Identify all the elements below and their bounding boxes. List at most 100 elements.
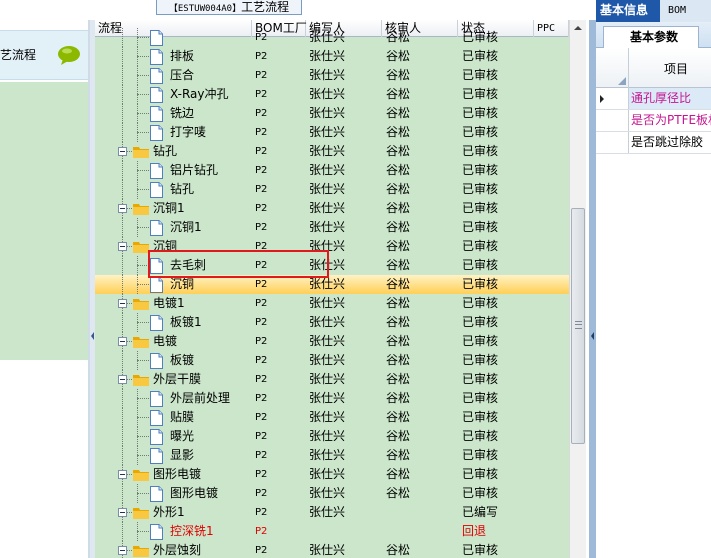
- tab-basic-info[interactable]: 基本信息: [596, 0, 660, 22]
- collapse-right-icon[interactable]: [591, 332, 594, 340]
- document-icon: [150, 391, 163, 407]
- node-label: 电镀1: [153, 296, 185, 310]
- table-row[interactable]: 铝片钻孔 P2 张仕兴 谷松 已审核: [95, 161, 569, 180]
- node-label: X-Ray冲孔: [170, 87, 229, 101]
- tab-bom[interactable]: BOM: [664, 0, 690, 22]
- status-cell: 已审核: [462, 410, 499, 424]
- bom-cell: P2: [255, 260, 268, 271]
- table-row[interactable]: 钻孔 P2 张仕兴 谷松 已审核: [95, 142, 569, 161]
- reviewer-cell: 谷松: [386, 201, 411, 215]
- node-label: 外层蚀刻: [153, 543, 202, 557]
- writer-cell: 张仕兴: [309, 144, 346, 158]
- folder-icon: [133, 147, 149, 158]
- table-row[interactable]: X-Ray冲孔 P2 张仕兴 谷松 已审核: [95, 85, 569, 104]
- bom-cell: P2: [255, 412, 268, 423]
- collapse-toggle-icon[interactable]: [118, 375, 127, 384]
- node-label: 曝光: [170, 429, 195, 443]
- table-row[interactable]: 电镀1 P2 张仕兴 谷松 已审核: [95, 294, 569, 313]
- table-row[interactable]: 外层前处理 P2 张仕兴 谷松 已审核: [95, 389, 569, 408]
- bom-cell: P2: [255, 203, 268, 214]
- table-row[interactable]: 显影 P2 张仕兴 谷松 已审核: [95, 446, 569, 465]
- tree-line: [122, 28, 123, 47]
- param-row[interactable]: 是否为PTFE板材: [596, 110, 711, 132]
- table-row[interactable]: 曝光 P2 张仕兴 谷松 已审核: [95, 427, 569, 446]
- nav-item-process[interactable]: 艺流程: [0, 30, 88, 80]
- table-row[interactable]: 排板 P2 张仕兴 谷松 已审核: [95, 47, 569, 66]
- collapse-toggle-icon[interactable]: [118, 204, 127, 213]
- tree-line: [137, 132, 149, 133]
- reviewer-cell: 谷松: [386, 277, 411, 291]
- param-label: 是否跳过除胶: [631, 135, 704, 149]
- collapse-toggle-icon[interactable]: [118, 470, 127, 479]
- collapse-left-icon[interactable]: [91, 332, 94, 340]
- collapse-toggle-icon[interactable]: [118, 299, 127, 308]
- subtab-basic-params[interactable]: 基本参数: [603, 26, 699, 48]
- column-header-item[interactable]: 项目: [664, 60, 688, 77]
- window-title-code: 【ESTUW004A0】: [168, 4, 242, 14]
- table-row[interactable]: P2 张仕兴 谷松 已审核: [95, 28, 569, 47]
- node-label: 板镀1: [170, 315, 202, 329]
- document-icon: [150, 125, 163, 141]
- status-cell: 已审核: [462, 334, 499, 348]
- table-row[interactable]: 板镀1 P2 张仕兴 谷松 已审核: [95, 313, 569, 332]
- status-cell: 已编写: [462, 505, 499, 519]
- table-row[interactable]: 外层干膜 P2 张仕兴 谷松 已审核: [95, 370, 569, 389]
- folder-icon: [133, 470, 149, 481]
- scroll-up-arrow-icon[interactable]: [570, 20, 586, 37]
- document-icon: [150, 68, 163, 84]
- tree-line: [122, 85, 123, 104]
- table-row[interactable]: 外层蚀刻 P2 张仕兴 谷松 已审核: [95, 541, 569, 558]
- bom-cell: P2: [255, 393, 268, 404]
- writer-cell: 张仕兴: [309, 239, 346, 253]
- table-row[interactable]: 沉铜 P2 张仕兴 谷松 已审核: [95, 275, 569, 294]
- status-cell: 已审核: [462, 296, 499, 310]
- writer-cell: [309, 522, 381, 541]
- table-row[interactable]: 沉铜 P2 张仕兴 谷松 已审核: [95, 237, 569, 256]
- collapse-toggle-icon[interactable]: [118, 242, 127, 251]
- document-icon: [150, 182, 163, 198]
- scrollbar-thumb[interactable]: [571, 208, 585, 444]
- writer-cell: 张仕兴: [309, 467, 346, 481]
- right-splitter[interactable]: [589, 20, 596, 558]
- table-row[interactable]: 电镀 P2 张仕兴 谷松 已审核: [95, 332, 569, 351]
- writer-cell: 张仕兴: [309, 125, 346, 139]
- table-row[interactable]: 图形电镀 P2 张仕兴 谷松 已审核: [95, 465, 569, 484]
- tree-line: [122, 66, 123, 85]
- status-cell: 已审核: [462, 391, 499, 405]
- table-row[interactable]: 沉铜1 P2 张仕兴 谷松 已审核: [95, 199, 569, 218]
- tree-line: [122, 275, 123, 294]
- table-row[interactable]: 打字唛 P2 张仕兴 谷松 已审核: [95, 123, 569, 142]
- table-row[interactable]: 贴膜 P2 张仕兴 谷松 已审核: [95, 408, 569, 427]
- table-row[interactable]: 图形电镀 P2 张仕兴 谷松 已审核: [95, 484, 569, 503]
- reviewer-cell: 谷松: [386, 296, 411, 310]
- writer-cell: 张仕兴: [309, 68, 346, 82]
- table-row[interactable]: 控深铣1 P2 回退: [95, 522, 569, 541]
- table-row[interactable]: 压合 P2 张仕兴 谷松 已审核: [95, 66, 569, 85]
- bom-cell: P2: [255, 450, 268, 461]
- table-row[interactable]: 钻孔 P2 张仕兴 谷松 已审核: [95, 180, 569, 199]
- collapse-toggle-icon[interactable]: [118, 546, 127, 555]
- table-row[interactable]: 去毛刺 P2 张仕兴 谷松 已审核: [95, 256, 569, 275]
- document-icon: [150, 429, 163, 445]
- param-row[interactable]: 通孔厚径比: [596, 88, 711, 110]
- writer-cell: 张仕兴: [309, 391, 346, 405]
- table-row[interactable]: 板镀 P2 张仕兴 谷松 已审核: [95, 351, 569, 370]
- writer-cell: 张仕兴: [309, 296, 346, 310]
- param-row[interactable]: 是否跳过除胶: [596, 132, 711, 154]
- tree-line: [122, 161, 123, 180]
- collapse-toggle-icon[interactable]: [118, 337, 127, 346]
- collapse-toggle-icon[interactable]: [118, 147, 127, 156]
- table-row[interactable]: 铣边 P2 张仕兴 谷松 已审核: [95, 104, 569, 123]
- node-label: 沉铜1: [153, 201, 185, 215]
- tree-line: [122, 351, 123, 370]
- vertical-scrollbar[interactable]: [569, 20, 586, 558]
- writer-cell: 张仕兴: [309, 334, 346, 348]
- writer-cell: 张仕兴: [309, 201, 346, 215]
- tree-line: [137, 436, 149, 437]
- tree-line: [122, 104, 123, 123]
- status-cell: 已审核: [462, 182, 499, 196]
- table-row[interactable]: 沉铜1 P2 张仕兴 谷松 已审核: [95, 218, 569, 237]
- collapse-toggle-icon[interactable]: [118, 508, 127, 517]
- bom-cell: P2: [255, 374, 268, 385]
- table-row[interactable]: 外形1 P2 张仕兴 已编写: [95, 503, 569, 522]
